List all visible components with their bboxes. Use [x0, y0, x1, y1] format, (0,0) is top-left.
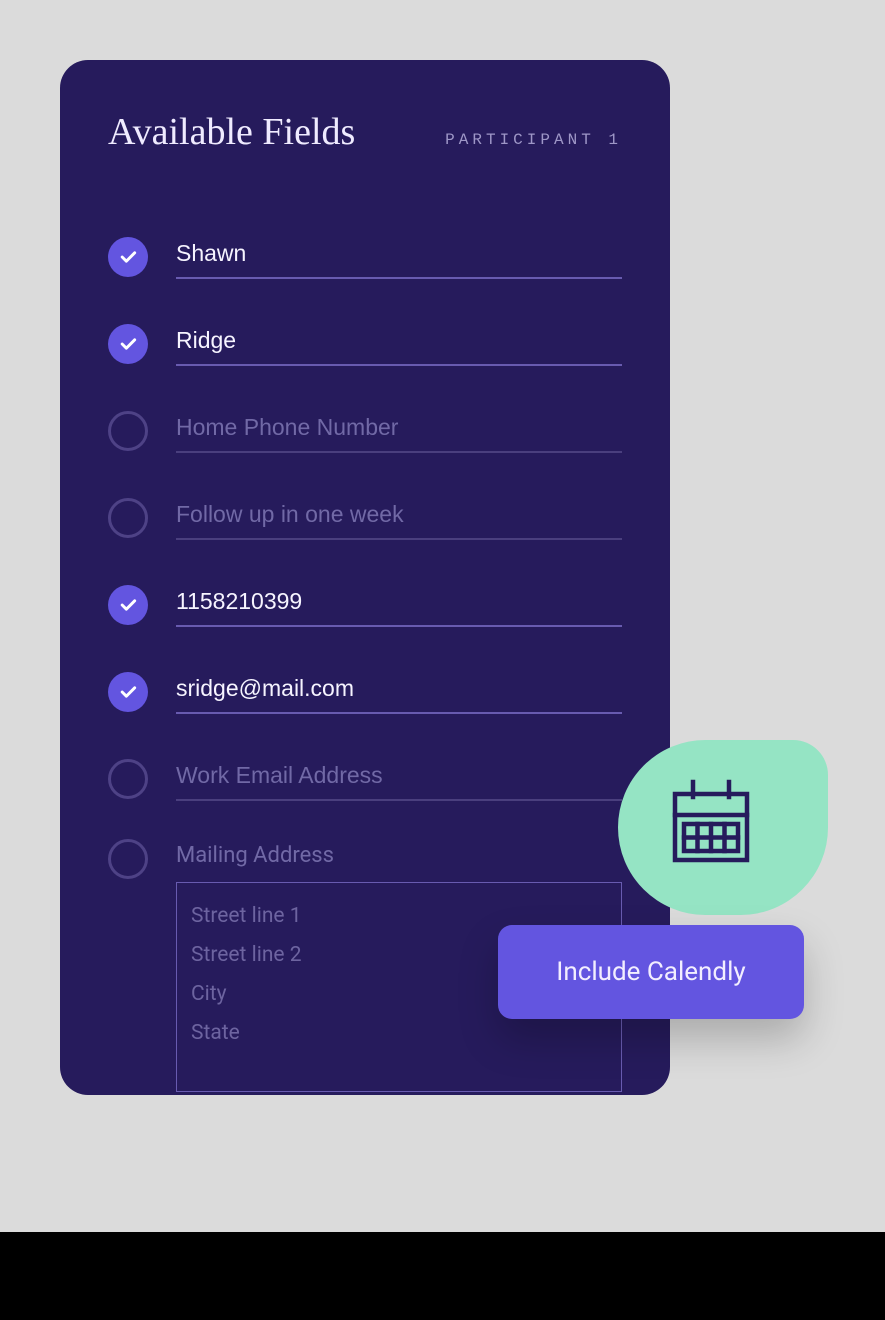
participant-label: PARTICIPANT 1 — [445, 131, 622, 149]
uncheck-icon[interactable] — [108, 498, 148, 538]
mailing-address-label: Mailing Address — [176, 843, 622, 868]
field-row-email — [108, 669, 622, 714]
follow-up-input[interactable] — [176, 495, 622, 540]
calendar-badge — [618, 740, 828, 915]
email-input[interactable] — [176, 669, 622, 714]
check-icon[interactable] — [108, 585, 148, 625]
check-icon[interactable] — [108, 237, 148, 277]
field-row-last-name — [108, 321, 622, 366]
field-row-work-email — [108, 756, 622, 801]
field-row-home-phone — [108, 408, 622, 453]
include-calendly-button[interactable]: Include Calendly — [498, 925, 804, 1019]
calendar-icon — [675, 778, 771, 878]
address-line: State — [191, 1014, 607, 1053]
first-name-input[interactable] — [176, 234, 622, 279]
card-header: Available Fields PARTICIPANT 1 — [108, 110, 622, 154]
check-icon[interactable] — [108, 672, 148, 712]
field-row-phone — [108, 582, 622, 627]
home-phone-input[interactable] — [176, 408, 622, 453]
check-icon[interactable] — [108, 324, 148, 364]
uncheck-icon[interactable] — [108, 759, 148, 799]
field-row-first-name — [108, 234, 622, 279]
footer-bar — [0, 1232, 885, 1320]
uncheck-icon[interactable] — [108, 839, 148, 879]
field-row-follow-up — [108, 495, 622, 540]
include-calendly-label: Include Calendly — [556, 957, 745, 987]
card-title: Available Fields — [108, 110, 355, 154]
phone-input[interactable] — [176, 582, 622, 627]
uncheck-icon[interactable] — [108, 411, 148, 451]
work-email-input[interactable] — [176, 756, 622, 801]
last-name-input[interactable] — [176, 321, 622, 366]
